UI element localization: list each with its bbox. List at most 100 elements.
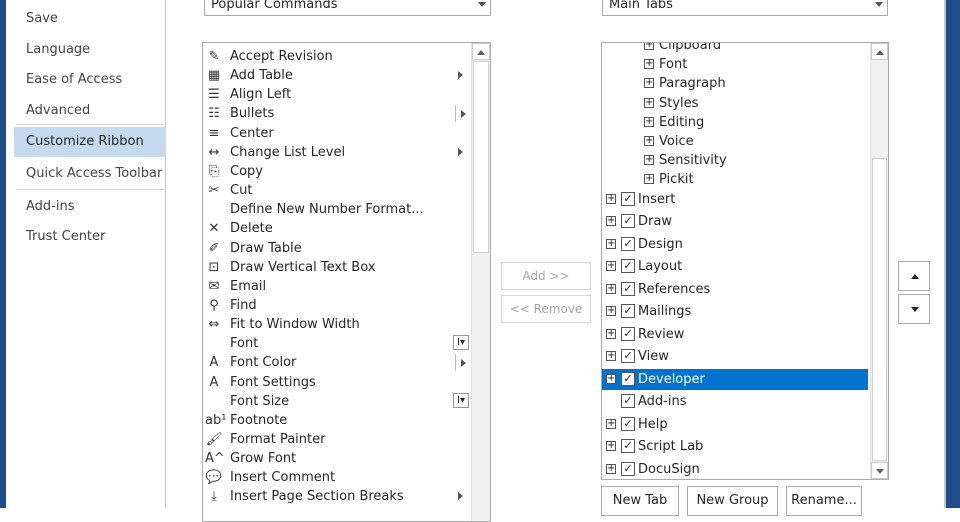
command-list-item[interactable]: A^ Grow Font <box>203 449 469 468</box>
command-list-item[interactable]: ✉ Email <box>203 277 469 296</box>
expand-icon[interactable]: + <box>606 328 616 339</box>
tree-group-item[interactable]: + Editing <box>602 112 868 133</box>
command-list-item[interactable]: A Font Settings <box>203 373 469 392</box>
add-button[interactable]: Add >> <box>501 262 591 290</box>
expand-icon[interactable]: + <box>606 283 616 294</box>
command-list-item[interactable]: ✐ Draw Table <box>203 239 469 258</box>
tab-visibility-checkbox[interactable]: ✓ <box>621 281 635 296</box>
sidebar-item-trust-center[interactable]: Trust Center <box>14 222 166 252</box>
new-group-button[interactable]: New Group <box>687 486 778 516</box>
scroll-thumb[interactable] <box>473 61 489 253</box>
command-list-item[interactable]: A Font Color <box>203 353 469 372</box>
tree-tab-item[interactable]: + ✓ Draw <box>602 211 868 232</box>
expand-icon[interactable]: + <box>606 418 616 429</box>
expand-icon[interactable]: + <box>644 43 654 50</box>
command-list-item[interactable]: ✕ Delete <box>203 219 469 238</box>
rename-button[interactable]: Rename... <box>786 486 862 516</box>
command-list-item[interactable]: ⇔ Fit to Window Width <box>203 315 469 334</box>
command-list-item[interactable]: ✂ Cut <box>203 181 469 200</box>
tab-visibility-checkbox[interactable]: ✓ <box>621 236 635 251</box>
move-up-button[interactable] <box>898 261 930 291</box>
tree-tab-item[interactable]: + ✓ Help <box>602 414 868 435</box>
expand-icon[interactable]: + <box>606 193 616 204</box>
tree-group-item[interactable]: + Pickit <box>602 169 868 190</box>
remove-button[interactable]: << Remove <box>501 295 591 323</box>
command-list-item[interactable]: ☰ Align Left <box>203 85 469 104</box>
command-list-item[interactable]: ab¹ Footnote <box>203 411 469 430</box>
sidebar-item-quick-access-toolbar[interactable]: Quick Access Toolbar <box>14 159 166 189</box>
tree-tab-item[interactable]: + ✓ Design <box>602 234 868 255</box>
command-list-item[interactable]: ▦ Add Table <box>203 66 469 85</box>
tab-visibility-checkbox[interactable]: ✓ <box>621 259 635 274</box>
tab-visibility-checkbox[interactable]: ✓ <box>621 191 635 206</box>
tree-tab-item[interactable]: + ✓ View <box>602 346 868 367</box>
tree-group-item[interactable]: + Voice <box>602 131 868 152</box>
expand-icon[interactable]: + <box>644 155 654 166</box>
scroll-thumb[interactable] <box>872 158 887 461</box>
sidebar-item-ease-of-access[interactable]: Ease of Access <box>14 65 166 95</box>
command-list-item[interactable]: ↔ Change List Level <box>203 143 469 162</box>
expand-icon[interactable]: + <box>606 238 616 249</box>
command-list-item[interactable]: ⊡ Draw Vertical Text Box <box>203 258 469 277</box>
tree-tab-item[interactable]: + ✓ Mailings <box>602 301 868 322</box>
tree-group-item[interactable]: + Font <box>602 54 868 75</box>
expand-icon[interactable]: + <box>644 174 654 185</box>
choose-commands-dropdown[interactable]: Popular Commands <box>204 0 491 16</box>
tree-group-item[interactable]: + Sensitivity <box>602 150 868 171</box>
tab-visibility-checkbox[interactable]: ✓ <box>621 304 635 319</box>
expand-icon[interactable]: + <box>644 116 654 127</box>
tree-tab-item[interactable]: + ✓ Developer <box>602 368 868 390</box>
sidebar-item-advanced[interactable]: Advanced <box>14 96 166 126</box>
tab-visibility-checkbox[interactable]: ✓ <box>621 214 635 229</box>
expand-icon[interactable]: + <box>606 441 616 452</box>
tab-visibility-checkbox[interactable]: ✓ <box>621 439 635 454</box>
tab-visibility-checkbox[interactable]: ✓ <box>621 371 635 386</box>
tree-tab-item[interactable]: + ✓ Layout <box>602 256 868 277</box>
commands-scrollbar[interactable] <box>471 43 490 521</box>
expand-icon[interactable]: + <box>606 463 616 474</box>
ribbon-tabs-tree[interactable]: + Clipboard + Font + Paragraph + Styles + Editing… <box>601 42 889 480</box>
expand-icon[interactable]: + <box>606 306 616 317</box>
command-list-item[interactable]: Font I▾ <box>203 334 469 353</box>
tree-tab-item[interactable]: + ✓ Review <box>602 324 868 345</box>
tree-tab-item[interactable]: + ✓ Insert <box>602 189 868 210</box>
tab-visibility-checkbox[interactable]: ✓ <box>621 416 635 431</box>
commands-list[interactable]: ✎ Accept Revision ▦ Add Table ☰ Align Left ☷ Bu… <box>202 42 491 522</box>
tree-group-item[interactable]: + Styles <box>602 93 868 114</box>
command-list-item[interactable]: 🖌 Format Painter <box>203 430 469 449</box>
expand-icon[interactable]: + <box>644 136 654 146</box>
command-list-item[interactable]: ✎ Accept Revision <box>203 47 469 66</box>
expand-icon[interactable]: + <box>644 59 654 70</box>
expand-icon[interactable]: + <box>606 351 616 362</box>
tab-visibility-checkbox[interactable]: ✓ <box>621 461 635 476</box>
tree-tab-item[interactable]: + ✓ References <box>602 279 868 300</box>
expand-icon[interactable]: + <box>606 261 616 272</box>
tab-visibility-checkbox[interactable]: ✓ <box>621 394 635 409</box>
tab-visibility-checkbox[interactable]: ✓ <box>621 349 635 364</box>
scroll-down-button[interactable] <box>871 462 888 479</box>
sidebar-item-customize-ribbon[interactable]: Customize Ribbon <box>14 127 166 157</box>
tree-group-item[interactable]: + Paragraph <box>602 73 868 94</box>
sidebar-item-language[interactable]: Language <box>14 35 166 65</box>
tree-tab-item[interactable]: + ✓ DocuSign <box>602 459 868 479</box>
command-list-item[interactable]: ⤓ Insert Page Section Breaks <box>203 487 469 506</box>
command-list-item[interactable]: 💬 Insert Comment <box>203 468 469 487</box>
command-list-item[interactable]: ≡ Center <box>203 124 469 143</box>
customize-ribbon-dropdown[interactable]: Main Tabs <box>602 0 888 16</box>
expand-icon[interactable]: + <box>644 78 654 89</box>
tree-scrollbar[interactable] <box>870 43 888 479</box>
command-list-item[interactable]: ⚲ Find <box>203 296 469 315</box>
sidebar-item-add-ins[interactable]: Add-ins <box>14 192 166 222</box>
expand-icon[interactable]: + <box>606 216 616 227</box>
expand-icon[interactable]: + <box>606 373 616 384</box>
scroll-up-button[interactable] <box>871 43 888 60</box>
command-list-item[interactable]: Font Size I▾ <box>203 392 469 411</box>
command-list-item[interactable]: Define New Number Format... <box>203 200 469 219</box>
scroll-up-button[interactable] <box>472 43 490 60</box>
tab-visibility-checkbox[interactable]: ✓ <box>621 326 635 341</box>
command-list-item[interactable]: ⎘ Copy <box>203 162 469 181</box>
expand-icon[interactable]: + <box>644 97 654 108</box>
move-down-button[interactable] <box>898 294 930 324</box>
new-tab-button[interactable]: New Tab <box>601 486 679 516</box>
tree-tab-item[interactable]: ✓ Add-ins <box>602 391 868 412</box>
